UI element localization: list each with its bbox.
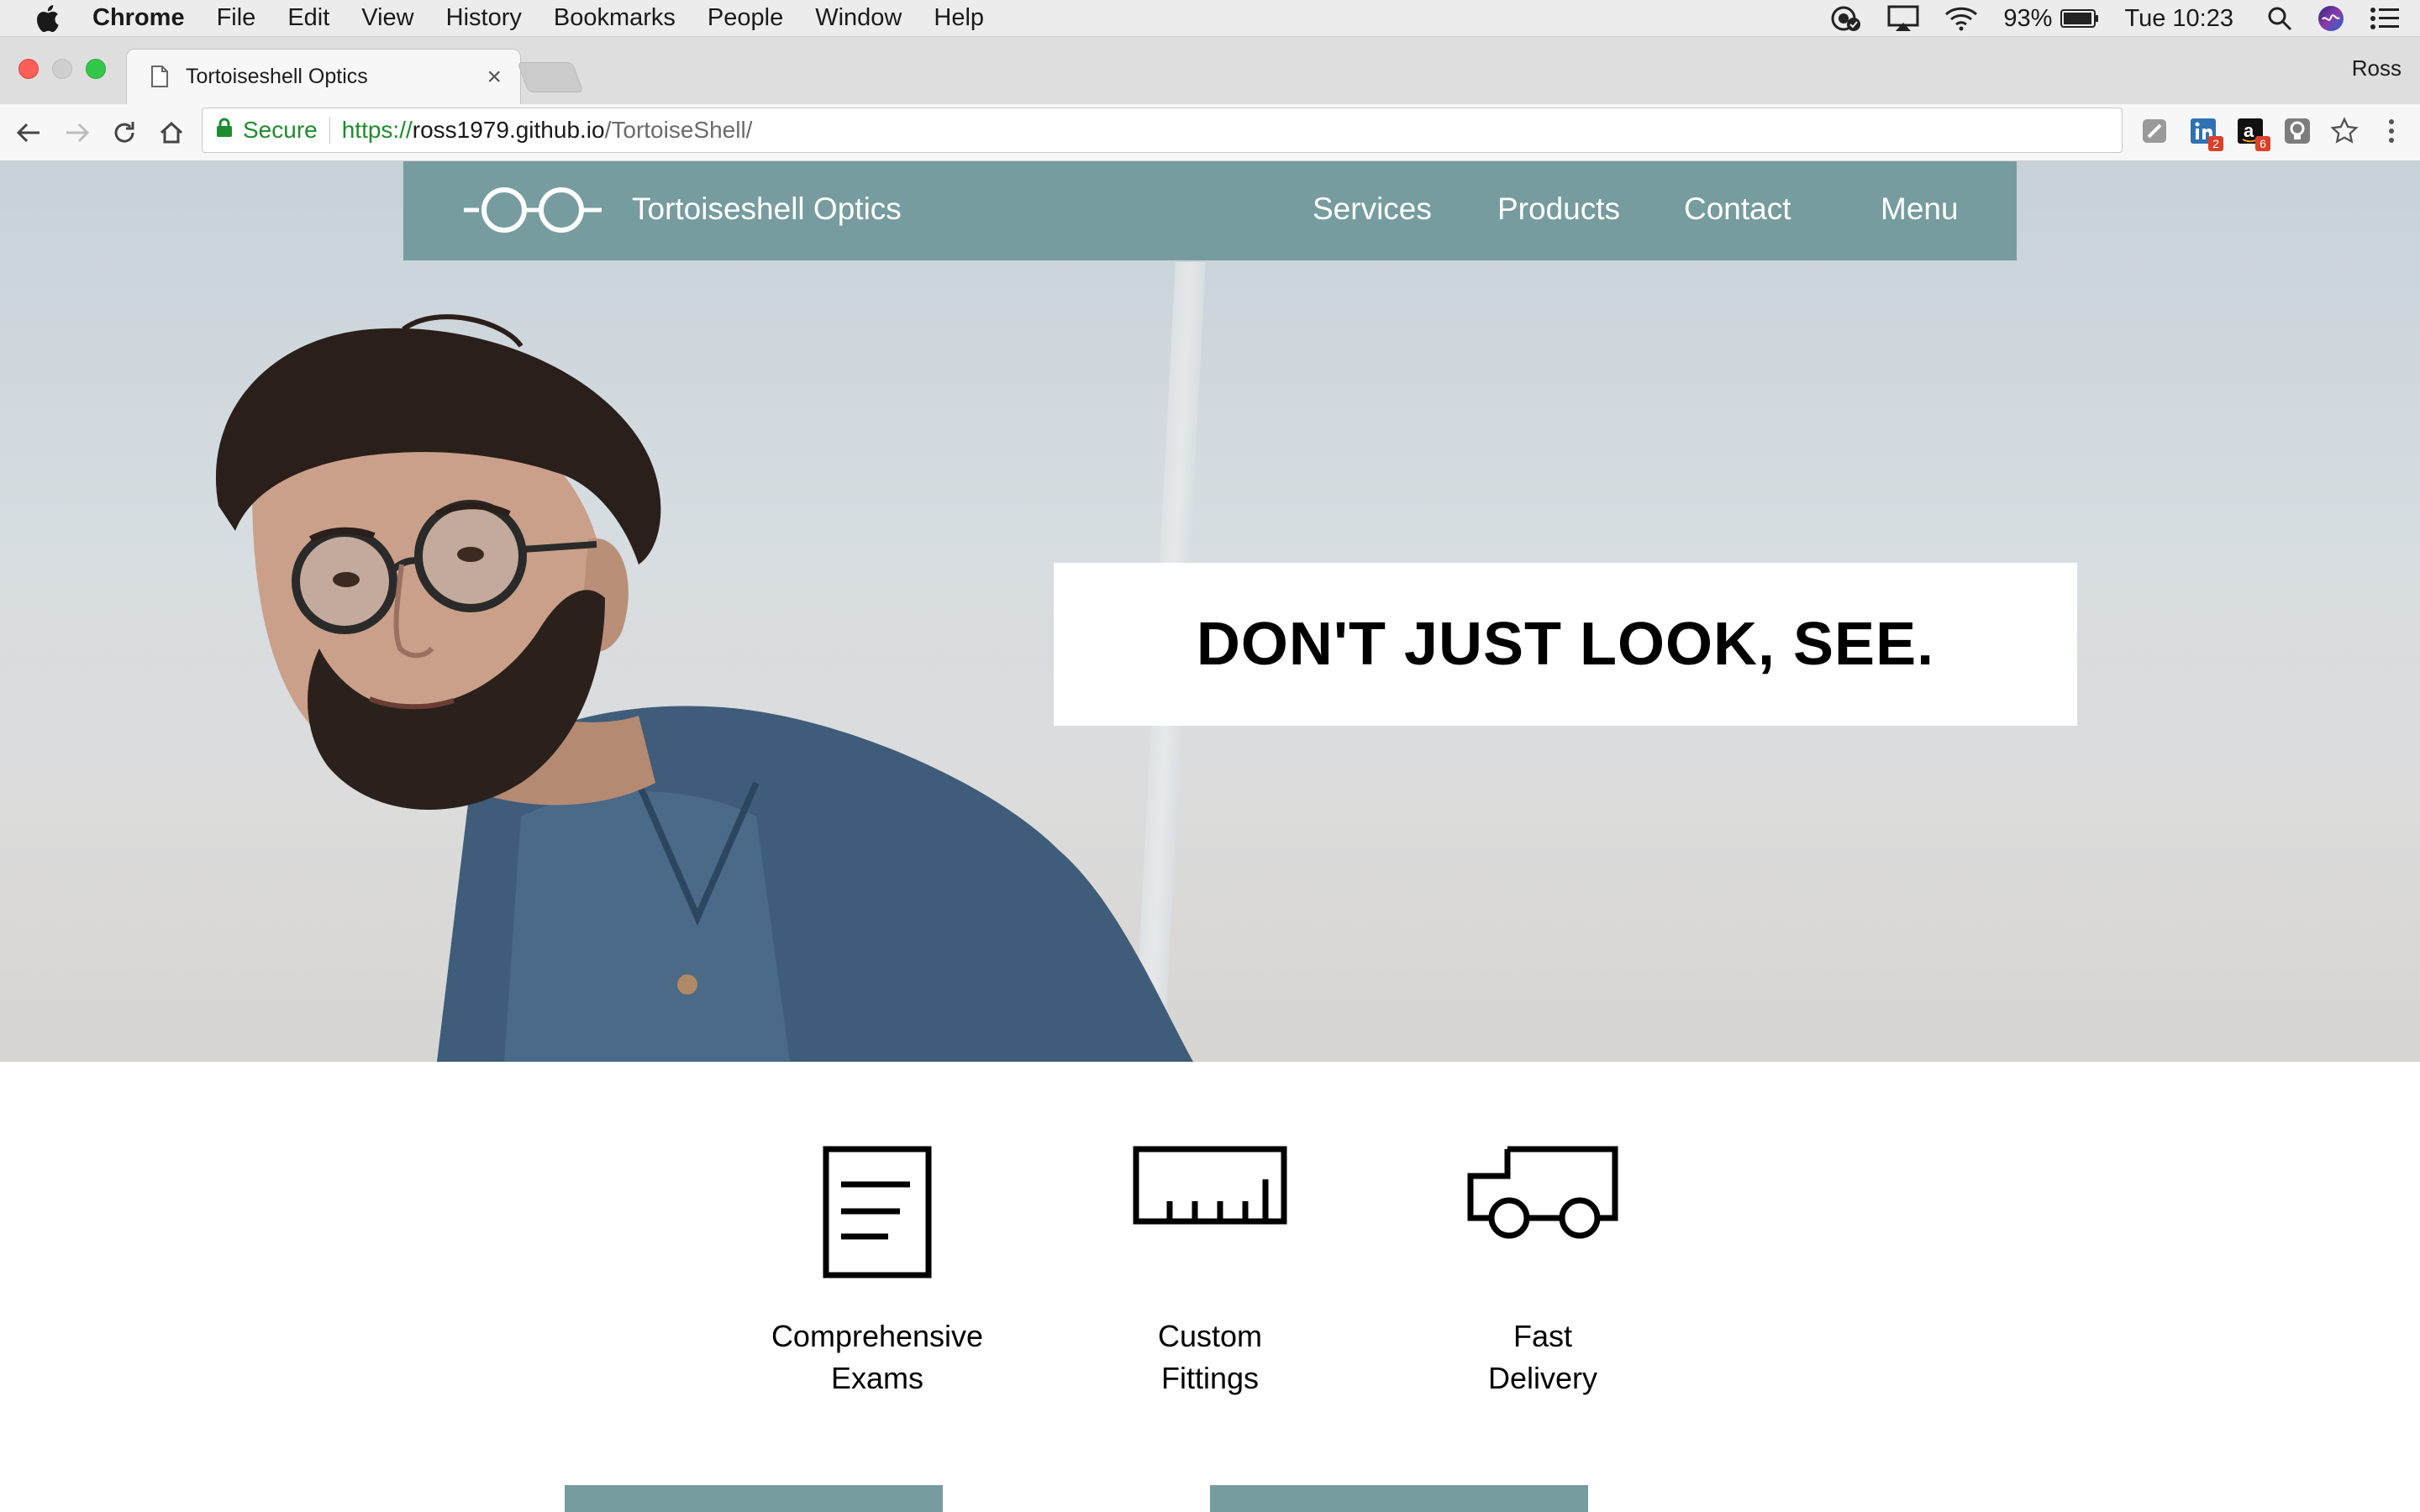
browser-tab-strip: Tortoiseshell Optics × Ross — [0, 37, 2420, 104]
chrome-menu-icon[interactable] — [2375, 114, 2408, 148]
feature-label-line2: Exams — [830, 1361, 924, 1395]
window-zoom-button[interactable] — [86, 59, 106, 79]
lock-icon[interactable] — [216, 117, 233, 144]
menu-file[interactable]: File — [217, 4, 256, 32]
amazon-icon[interactable]: a 6 — [2233, 114, 2270, 151]
promo-card-right[interactable] — [1210, 1485, 1588, 1512]
forward-arrow-icon[interactable] — [60, 116, 94, 150]
feature-custom-fittings: Custom Fittings — [1076, 1146, 1344, 1399]
promo-card-left[interactable] — [565, 1485, 943, 1512]
svg-text:a: a — [2244, 120, 2254, 141]
feature-label-line1: Comprehensive — [771, 1319, 984, 1353]
address-bar[interactable]: Secure https:// ross1979.github.io /Tort… — [202, 108, 2123, 153]
battery-percent: 93% — [2003, 4, 2053, 32]
feature-label-line2: Delivery — [1487, 1361, 1598, 1395]
window-minimize-button[interactable] — [52, 59, 72, 79]
battery-icon[interactable] — [2060, 8, 2099, 29]
nav-link-services[interactable]: Services — [1313, 192, 1432, 227]
url-host: ross1979.github.io — [412, 117, 605, 143]
tab-title: Tortoiseshell Optics — [186, 65, 368, 88]
glasses-logo-icon[interactable] — [464, 185, 602, 235]
browser-tab-active[interactable]: Tortoiseshell Optics × — [126, 49, 521, 104]
amazon-badge: 6 — [2255, 136, 2270, 151]
url-scheme: https:// — [341, 117, 413, 143]
page-icon — [150, 65, 172, 90]
apple-icon[interactable] — [32, 3, 62, 34]
wifi-icon[interactable] — [1944, 6, 1978, 31]
airplay-icon[interactable] — [1887, 5, 1919, 32]
new-tab-button[interactable] — [517, 62, 584, 92]
clock[interactable]: Tue 10:23 — [2124, 5, 2233, 33]
bookmark-star-icon[interactable] — [2328, 114, 2361, 148]
spotlight-search-icon[interactable] — [2267, 6, 2292, 31]
truck-icon — [1467, 1146, 1618, 1239]
notification-center-icon[interactable] — [2370, 7, 2400, 30]
nav-link-contact[interactable]: Contact — [1684, 192, 1791, 227]
sync-status-icon[interactable] — [1828, 4, 1862, 33]
home-icon[interactable] — [155, 116, 188, 150]
menu-history[interactable]: History — [446, 4, 522, 32]
secure-label[interactable]: Secure — [243, 117, 318, 144]
ruler-icon — [1133, 1146, 1287, 1225]
window-close-button[interactable] — [18, 59, 39, 79]
omnibox-divider — [329, 117, 330, 144]
browser-toolbar: Secure https:// ross1979.github.io /Tort… — [0, 104, 2420, 161]
menu-window[interactable]: Window — [815, 4, 902, 32]
back-arrow-icon[interactable] — [12, 116, 45, 150]
linkedin-icon[interactable]: 2 — [2186, 114, 2223, 151]
feature-label-line2: Fittings — [1160, 1361, 1260, 1395]
page-viewport: Tortoiseshell Optics Services Products C… — [0, 161, 2420, 1512]
linkedin-badge: 2 — [2208, 136, 2223, 151]
menu-edit[interactable]: Edit — [287, 4, 329, 32]
site-navbar: Tortoiseshell Optics Services Products C… — [403, 161, 2017, 260]
feature-label-line1: Custom — [1157, 1319, 1263, 1353]
menu-help[interactable]: Help — [934, 4, 984, 32]
feature-label-line1: Fast — [1512, 1319, 1572, 1353]
macos-menu-bar: Chrome File Edit View History Bookmarks … — [0, 0, 2420, 37]
profile-name[interactable]: Ross — [2352, 55, 2402, 81]
tab-close-icon[interactable]: × — [487, 65, 502, 90]
lightbulb-icon[interactable] — [2281, 114, 2314, 148]
hero-tagline: DON'T JUST LOOK, SEE. — [1196, 611, 1935, 678]
hero-section: Tortoiseshell Optics Services Products C… — [0, 161, 2420, 1062]
menu-people[interactable]: People — [708, 4, 783, 32]
menu-app-chrome[interactable]: Chrome — [92, 4, 185, 32]
nav-link-products[interactable]: Products — [1497, 192, 1620, 227]
menu-bookmarks[interactable]: Bookmarks — [554, 4, 676, 32]
feature-comprehensive-exams: Comprehensive Exams — [743, 1146, 1012, 1399]
document-icon — [823, 1146, 932, 1278]
url-path: /TortoiseShell/ — [604, 117, 753, 143]
extension-icon[interactable] — [2138, 114, 2171, 148]
reload-icon[interactable] — [108, 116, 141, 150]
nav-link-menu[interactable]: Menu — [1881, 192, 1959, 227]
feature-fast-delivery: Fast Delivery — [1408, 1146, 1677, 1399]
site-brand-name[interactable]: Tortoiseshell Optics — [632, 192, 902, 227]
menu-view[interactable]: View — [361, 4, 413, 32]
hero-tagline-box: DON'T JUST LOOK, SEE. — [1054, 563, 2077, 726]
siri-icon[interactable] — [2317, 5, 2344, 32]
